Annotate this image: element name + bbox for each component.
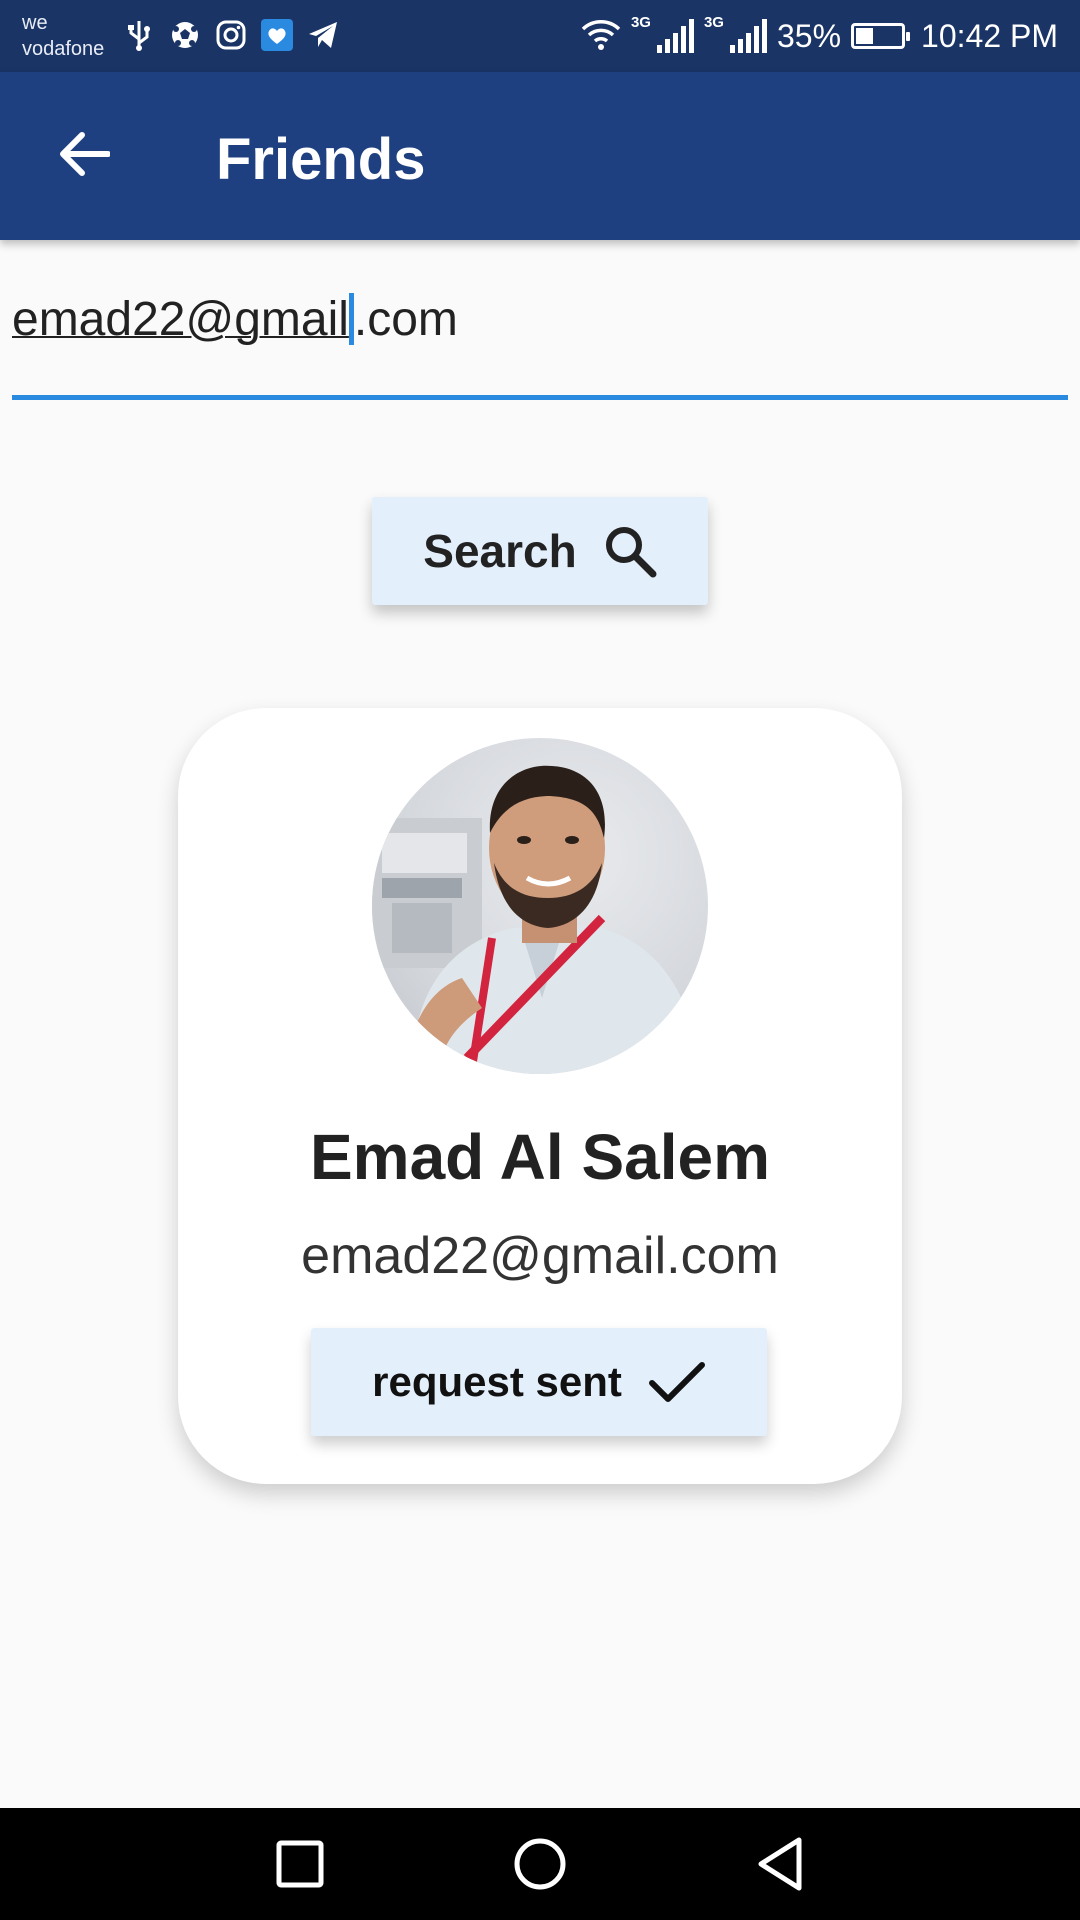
notification-icons	[122, 18, 340, 52]
search-button[interactable]: Search	[372, 497, 708, 605]
request-sent-label: request sent	[372, 1358, 622, 1405]
recent-apps-button[interactable]	[250, 1814, 350, 1914]
status-clock: 10:42 PM	[921, 17, 1058, 54]
search-icon	[605, 527, 657, 578]
page-title: Friends	[216, 127, 426, 192]
home-button[interactable]	[490, 1814, 590, 1914]
back-button[interactable]	[44, 114, 124, 194]
network-type-2: 3G	[703, 14, 724, 31]
user-name: Emad Al Salem	[309, 1121, 771, 1193]
check-icon	[648, 1362, 705, 1402]
recent-apps-icon	[276, 1840, 324, 1888]
carrier-label: we vodafone	[22, 10, 104, 62]
football-icon	[168, 18, 202, 52]
signal-icon	[656, 19, 694, 53]
avatar	[372, 738, 708, 1074]
profile-photo	[372, 765, 702, 1074]
user-email: emad22@gmail.com	[301, 1227, 779, 1285]
battery-percent: 35%	[776, 17, 842, 54]
email-search-input[interactable]: emad22@gmail .com	[12, 282, 1068, 400]
battery-icon	[851, 23, 911, 49]
nav-back-button[interactable]	[730, 1814, 830, 1914]
back-icon	[758, 1837, 802, 1891]
search-input-value-rest: .com	[353, 293, 458, 346]
app-bar: Friends	[0, 72, 1080, 240]
telegram-icon	[306, 18, 340, 52]
home-icon	[514, 1838, 566, 1890]
usb-icon	[122, 18, 156, 52]
status-bar: we vodafone 3G 3G 35% 10:42 PM	[0, 0, 1080, 72]
instagram-icon	[214, 18, 248, 52]
user-result-card: Emad Al Salem emad22@gmail.com request s…	[178, 708, 902, 1484]
search-input-value-part: emad22@gmail	[12, 293, 349, 346]
arrow-back-icon	[60, 132, 110, 176]
signal-icon	[729, 19, 767, 53]
messenger-icon	[260, 18, 294, 52]
search-input-text: emad22@gmail .com	[12, 292, 458, 347]
status-right: 3G 3G 35% 10:42 PM	[581, 14, 1058, 58]
screen: we vodafone 3G 3G 35% 10:42 PM Friends e…	[0, 0, 1080, 1920]
network-type-1: 3G	[630, 14, 651, 31]
carrier-line-1: we	[22, 12, 48, 34]
carrier-line-2: vodafone	[22, 38, 105, 60]
wifi-icon	[581, 17, 621, 56]
system-nav-bar	[0, 1808, 1080, 1920]
search-button-label: Search	[423, 525, 577, 577]
request-sent-button[interactable]: request sent	[311, 1328, 767, 1436]
